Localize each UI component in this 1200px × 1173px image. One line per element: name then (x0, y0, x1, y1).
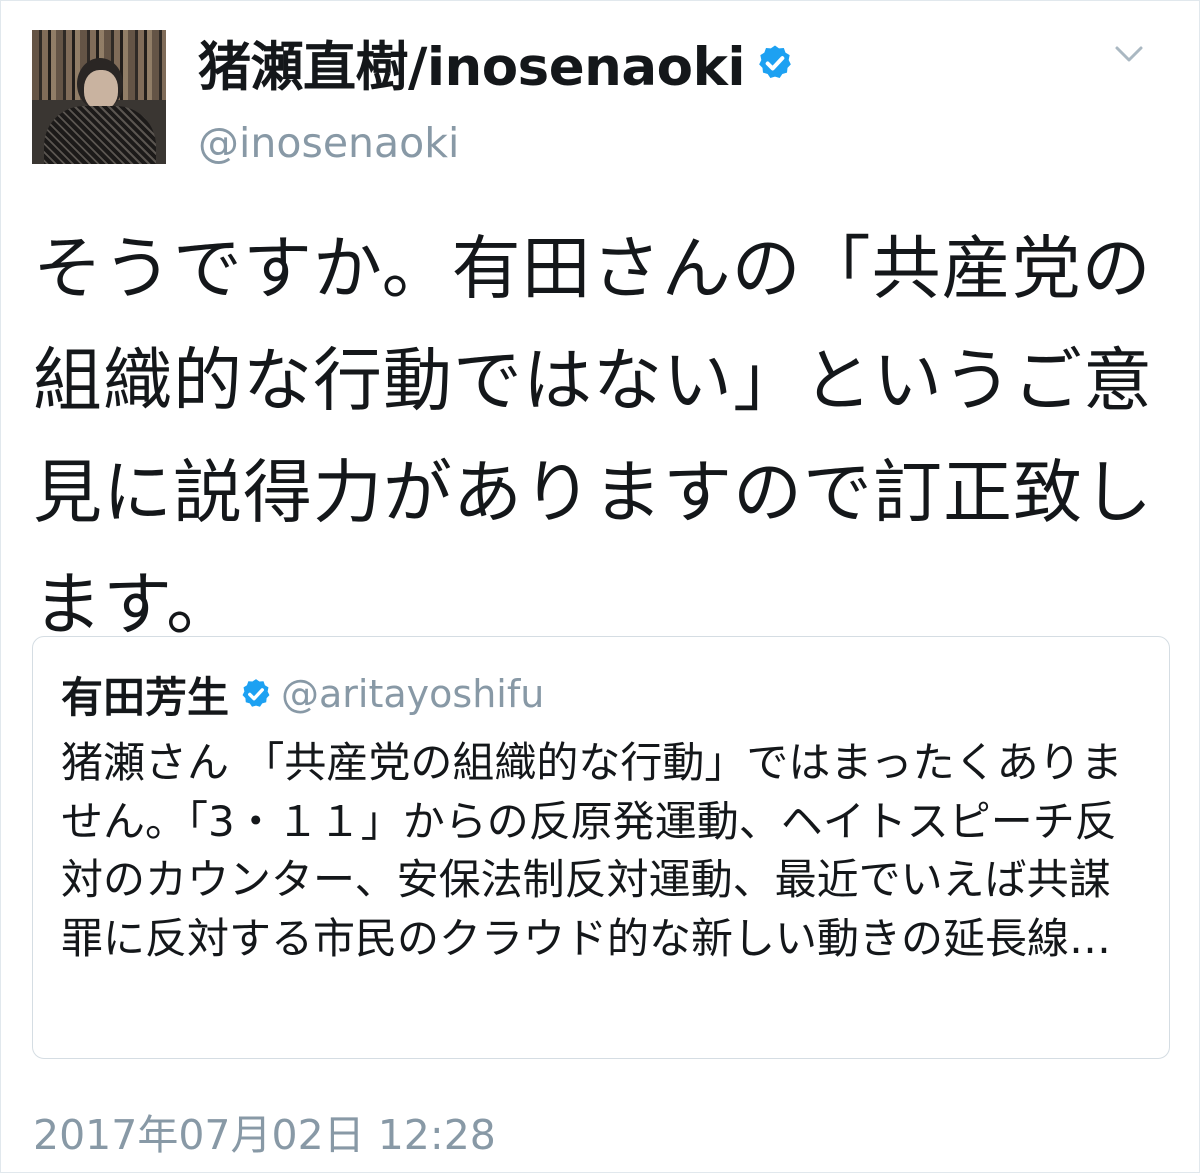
verified-badge-icon (242, 679, 270, 707)
verified-badge-icon (759, 45, 791, 78)
author-name-row[interactable]: 猪瀬直樹/inosenaoki (198, 31, 795, 98)
avatar[interactable] (32, 30, 166, 164)
quoted-display-name: 有田芳生 (61, 672, 230, 722)
author-handle[interactable]: @inosenaoki (198, 119, 459, 167)
avatar-face (84, 70, 118, 110)
quoted-text: 猪瀬さん 「共産党の組織的な行動」ではまったくありません。「3・１１」からの反原… (61, 738, 1123, 963)
quoted-author-row: 有田芳生 @aritayoshifu (61, 667, 545, 722)
quoted-tweet[interactable]: 有田芳生 @aritayoshifu 猪瀬さん 「共産党の組織的な行動」ではまっ… (32, 636, 1170, 1059)
avatar-jacket (44, 106, 156, 164)
author-display-name[interactable]: 猪瀬直樹/inosenaoki (198, 25, 745, 101)
chevron-down-icon[interactable] (1111, 39, 1147, 69)
quoted-handle: @aritayoshifu (281, 672, 545, 716)
tweet-timestamp[interactable]: 2017年07月02日 12:28 (33, 1101, 496, 1161)
tweet-card: 猪瀬直樹/inosenaoki @inosenaoki そうですか。有田さんの「… (0, 0, 1200, 1173)
tweet-text: そうですか。有田さんの「共産党の組織的な行動ではない」というご意見に説得力があり… (33, 229, 1153, 645)
